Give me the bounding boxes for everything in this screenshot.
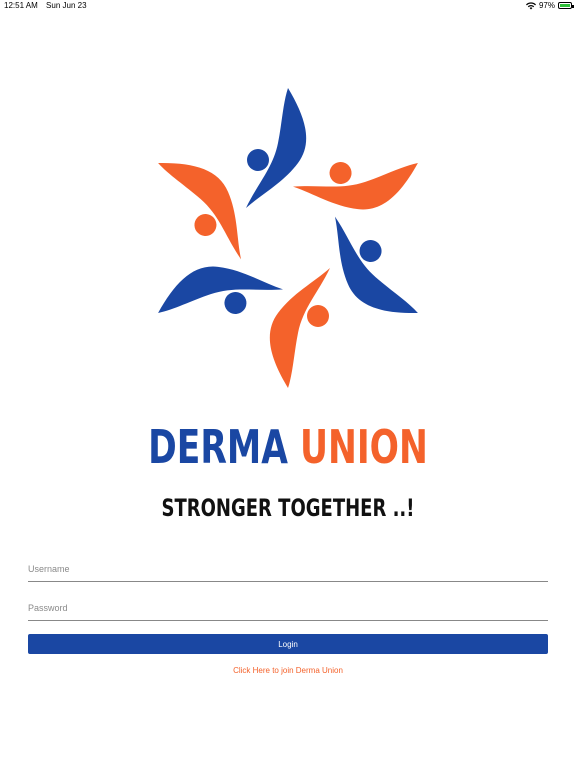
logo-head: [224, 291, 247, 314]
logo-swoosh: [158, 266, 284, 313]
brand-title-derma: DERMA: [148, 420, 288, 474]
status-bar-right: 97%: [525, 1, 574, 10]
brand-title: DERMA UNION: [72, 420, 504, 474]
logo-head: [329, 162, 352, 185]
wifi-icon: [525, 1, 536, 9]
username-input[interactable]: [28, 556, 548, 581]
logo-figure: [269, 268, 330, 388]
logo-head: [247, 149, 269, 171]
logo-swoosh: [269, 268, 330, 388]
username-field: [28, 556, 548, 582]
logo-figure: [246, 88, 307, 208]
brand-title-union: UNION: [299, 420, 428, 474]
logo-head: [307, 305, 329, 327]
tagline: STRONGER TOGETHER ..!: [161, 494, 415, 522]
join-link[interactable]: Click Here to join Derma Union: [0, 666, 576, 675]
logo-swoosh: [246, 88, 307, 208]
password-input[interactable]: [28, 595, 548, 620]
status-bar-left: 12:51 AM Sun Jun 23: [4, 1, 93, 10]
derma-union-logo: [158, 88, 418, 388]
logo-figure: [158, 266, 284, 314]
logo-swoosh: [292, 163, 418, 210]
status-date: Sun Jun 23: [46, 1, 87, 10]
battery-percent: 97%: [538, 1, 555, 10]
password-field: [28, 595, 548, 621]
logo-figure: [292, 162, 418, 210]
login-button[interactable]: Login: [28, 634, 548, 654]
status-time: 12:51 AM: [4, 1, 38, 10]
battery-charging-icon: [558, 2, 574, 9]
status-bar: 12:51 AM Sun Jun 23 97%: [0, 0, 576, 12]
